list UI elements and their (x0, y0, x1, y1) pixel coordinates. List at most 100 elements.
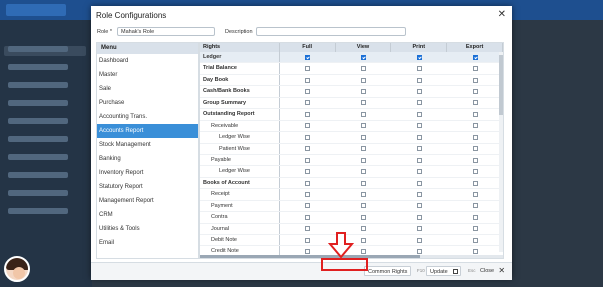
view-checkbox[interactable] (360, 89, 366, 95)
view-checkbox[interactable] (360, 146, 366, 152)
full-checkbox[interactable] (305, 180, 311, 186)
print-checkbox[interactable] (416, 169, 422, 175)
export-checkbox[interactable] (472, 66, 478, 72)
menu-item-banking[interactable]: Banking (97, 152, 198, 166)
menu-item-dashboard[interactable]: Dashboard (97, 54, 198, 68)
menu-item-statutory-report[interactable]: Statutory Report (97, 180, 198, 194)
export-checkbox[interactable] (472, 123, 478, 129)
view-checkbox[interactable] (360, 191, 366, 197)
view-checkbox[interactable] (360, 111, 366, 117)
export-checkbox[interactable] (472, 214, 478, 220)
export-checkbox[interactable] (472, 77, 478, 83)
print-checkbox[interactable] (416, 100, 422, 106)
vertical-scrollbar-thumb[interactable] (499, 55, 503, 115)
print-checkbox[interactable] (416, 123, 422, 129)
view-checkbox[interactable] (360, 203, 366, 209)
print-checkbox[interactable] (416, 180, 422, 186)
export-checkbox[interactable] (472, 226, 478, 232)
rights-row[interactable]: Receivable (200, 120, 503, 133)
view-checkbox[interactable] (360, 226, 366, 232)
print-checkbox[interactable] (416, 237, 422, 243)
export-checkbox[interactable] (472, 134, 478, 140)
full-checkbox[interactable] (305, 89, 311, 95)
rights-row[interactable]: Outstanding Report (200, 109, 503, 121)
view-checkbox[interactable] (360, 237, 366, 243)
export-checkbox[interactable] (472, 169, 478, 175)
export-checkbox[interactable] (472, 191, 478, 197)
description-input[interactable] (256, 27, 406, 36)
horizontal-scrollbar-thumb[interactable] (200, 255, 420, 258)
rights-row[interactable]: Payable (200, 154, 503, 167)
print-checkbox[interactable] (416, 77, 422, 83)
view-checkbox[interactable] (360, 249, 366, 255)
full-checkbox[interactable] (305, 226, 311, 232)
export-checkbox[interactable] (472, 146, 478, 152)
view-checkbox[interactable] (360, 180, 366, 186)
view-checkbox[interactable] (360, 214, 366, 220)
full-checkbox[interactable] (305, 100, 311, 106)
view-checkbox[interactable] (360, 66, 366, 72)
view-checkbox[interactable] (360, 54, 366, 60)
print-checkbox[interactable] (416, 191, 422, 197)
rights-row[interactable]: Patient Wise (200, 143, 503, 155)
update-button[interactable]: Update (426, 266, 461, 276)
menu-item-accounting-trans[interactable]: Accounting Trans. (97, 110, 198, 124)
export-checkbox[interactable] (472, 249, 478, 255)
close-icon[interactable]: ✕ (498, 9, 506, 20)
export-checkbox[interactable] (472, 100, 478, 106)
view-checkbox[interactable] (360, 100, 366, 106)
view-checkbox[interactable] (360, 134, 366, 140)
print-checkbox[interactable] (416, 54, 422, 60)
export-checkbox[interactable] (472, 89, 478, 95)
rights-row[interactable]: Payment (200, 200, 503, 213)
user-avatar[interactable] (4, 256, 30, 282)
full-checkbox[interactable] (305, 169, 311, 175)
export-checkbox[interactable] (472, 203, 478, 209)
full-checkbox[interactable] (305, 146, 311, 152)
view-checkbox[interactable] (360, 169, 366, 175)
print-checkbox[interactable] (416, 203, 422, 209)
export-checkbox[interactable] (472, 237, 478, 243)
print-checkbox[interactable] (416, 226, 422, 232)
rights-row[interactable]: Receipt (200, 189, 503, 201)
menu-item-crm[interactable]: CRM (97, 208, 198, 222)
rights-row[interactable]: Contra (200, 212, 503, 224)
rights-row[interactable]: Ledger Wise (200, 132, 503, 144)
view-checkbox[interactable] (360, 123, 366, 129)
full-checkbox[interactable] (305, 66, 311, 72)
rights-row[interactable]: Books of Account (200, 177, 503, 190)
rights-row[interactable]: Ledger (200, 52, 503, 64)
common-rights-button[interactable]: Common Rights (364, 266, 412, 276)
export-checkbox[interactable] (472, 54, 478, 60)
menu-item-stock-management[interactable]: Stock Management (97, 138, 198, 152)
print-checkbox[interactable] (416, 146, 422, 152)
full-checkbox[interactable] (305, 157, 311, 163)
role-input[interactable]: Mahak's Role (117, 27, 215, 36)
export-checkbox[interactable] (472, 111, 478, 117)
menu-item-accounts-report[interactable]: Accounts Report (97, 124, 198, 138)
menu-item-utilities-tools[interactable]: Utilities & Tools (97, 222, 198, 236)
print-checkbox[interactable] (416, 134, 422, 140)
rights-row[interactable]: Cash/Bank Books (200, 86, 503, 98)
print-checkbox[interactable] (416, 111, 422, 117)
full-checkbox[interactable] (305, 191, 311, 197)
full-checkbox[interactable] (305, 237, 311, 243)
rights-row[interactable]: Ledger Wise (200, 166, 503, 178)
full-checkbox[interactable] (305, 77, 311, 83)
full-checkbox[interactable] (305, 123, 311, 129)
view-checkbox[interactable] (360, 77, 366, 83)
print-checkbox[interactable] (416, 214, 422, 220)
full-checkbox[interactable] (305, 111, 311, 117)
menu-item-email[interactable]: Email (97, 236, 198, 250)
export-checkbox[interactable] (472, 157, 478, 163)
rights-row[interactable]: Day Book (200, 74, 503, 87)
print-checkbox[interactable] (416, 157, 422, 163)
rights-row[interactable]: Group Summary (200, 97, 503, 110)
full-checkbox[interactable] (305, 54, 311, 60)
menu-item-sale[interactable]: Sale (97, 82, 198, 96)
close-button[interactable]: Close ✕ (477, 266, 506, 276)
rights-row[interactable]: Trial Balance (200, 63, 503, 75)
menu-item-management-report[interactable]: Management Report (97, 194, 198, 208)
print-checkbox[interactable] (416, 89, 422, 95)
full-checkbox[interactable] (305, 134, 311, 140)
